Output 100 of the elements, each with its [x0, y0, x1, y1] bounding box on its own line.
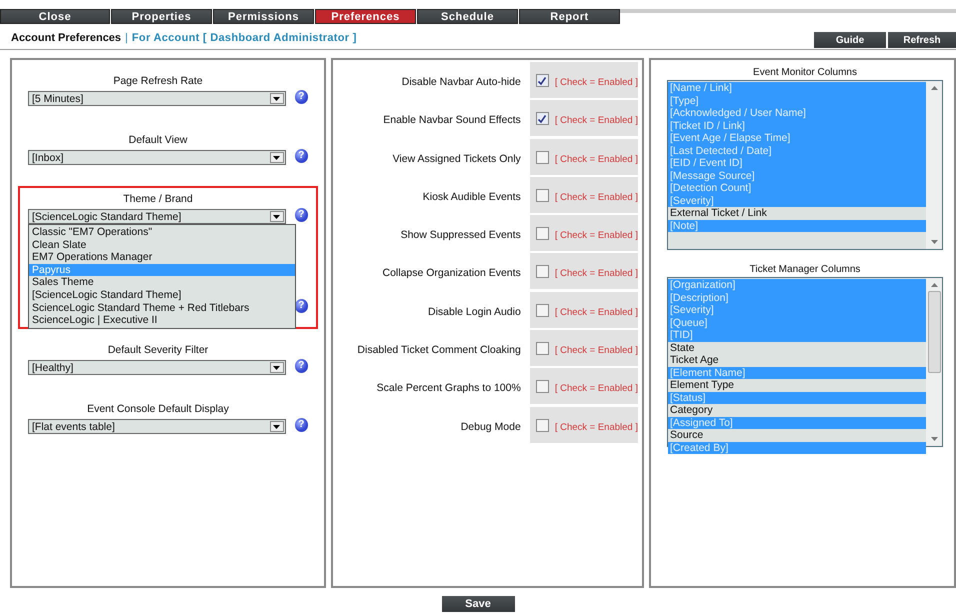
list-item[interactable]: [Last Detected / Date] — [668, 144, 926, 157]
list-item[interactable]: [Acknowledged / User Name] — [668, 107, 926, 120]
dropdown-option[interactable]: Papyrus — [29, 264, 295, 276]
field-label: Default Severity Filter — [106, 344, 210, 356]
list-title: Event Monitor Columns — [752, 67, 858, 78]
caret-icon — [270, 152, 284, 163]
dropdown[interactable]: [ScienceLogic Standard Theme] — [28, 209, 286, 224]
list-item[interactable]: Source — [668, 429, 926, 442]
checkbox[interactable] — [536, 188, 549, 202]
scrollbar[interactable] — [926, 81, 942, 249]
page-title: Account Preferences — [11, 32, 122, 44]
list-item[interactable]: Ticket Age — [668, 354, 926, 366]
tab[interactable]: Schedule — [417, 9, 518, 24]
field-label: Event Console Default Display — [86, 403, 230, 415]
checkbox[interactable] — [536, 150, 549, 164]
list-item[interactable]: [Event Age / Elapse Time] — [668, 132, 926, 144]
list-item[interactable]: [Organization] — [668, 279, 926, 292]
tab[interactable]: Properties — [111, 9, 212, 24]
list-item[interactable]: [Status] — [668, 392, 926, 404]
dropdown-option[interactable]: Clean Slate — [29, 238, 295, 252]
separator-text: | — [125, 32, 128, 44]
option-label: Disable Navbar Auto-hide — [400, 75, 521, 90]
checkbox[interactable] — [536, 380, 549, 394]
account-link[interactable]: For Account [ Dashboard Administrator ] — [132, 32, 357, 44]
hint-text: [ Check = Enabled ] — [554, 115, 638, 126]
option-label: View Assigned Tickets Only — [392, 152, 521, 167]
checkbox[interactable] — [536, 304, 549, 317]
caret-icon — [270, 421, 284, 432]
list-item[interactable]: [Severity] — [668, 304, 926, 316]
dropdown-option[interactable]: ScienceLogic | Executive II — [29, 314, 295, 327]
save-button[interactable]: Save — [442, 596, 514, 612]
field-label: Default View — [128, 134, 188, 146]
list-item[interactable]: [EID / Event ID] — [668, 157, 926, 170]
help-icon[interactable]: ? — [294, 208, 308, 222]
help-icon[interactable]: ? — [294, 148, 308, 162]
help-icon[interactable]: ? — [294, 418, 308, 432]
header-button[interactable]: Guide — [814, 32, 886, 48]
dropdown[interactable]: [Flat events table] — [28, 419, 286, 434]
option-label: Collapse Organization Events — [381, 266, 521, 282]
hint-text: [ Check = Enabled ] — [554, 306, 638, 318]
dropdown-option[interactable]: Classic "EM7 Operations" — [29, 226, 295, 239]
tab[interactable]: Report — [519, 9, 620, 24]
list-item[interactable]: [Severity] — [668, 194, 926, 207]
option-label: Disabled Ticket Comment Cloaking — [356, 343, 521, 358]
list-item[interactable]: Element Type — [668, 379, 926, 392]
tab[interactable]: Preferences — [315, 9, 416, 24]
list-item[interactable]: [Created By] — [668, 442, 926, 454]
list-item[interactable]: [Element Name] — [668, 366, 926, 379]
tab[interactable]: Close — [0, 9, 110, 24]
help-icon[interactable]: ? — [294, 358, 308, 372]
checkbox[interactable] — [536, 265, 549, 278]
hint-text: [ Check = Enabled ] — [554, 345, 638, 356]
scroll-up-icon[interactable] — [930, 86, 938, 90]
hint-text: [ Check = Enabled ] — [554, 268, 638, 280]
list-item[interactable]: [Assigned To] — [668, 416, 926, 429]
scrollbar[interactable] — [926, 278, 942, 446]
dropdown[interactable]: [Healthy] — [28, 360, 286, 375]
list-item[interactable]: [Note] — [668, 220, 926, 232]
hint-text: [ Check = Enabled ] — [554, 230, 638, 242]
header-button[interactable]: Refresh — [888, 32, 956, 48]
list-item[interactable]: [Name / Link] — [668, 82, 926, 94]
hint-text: [ Check = Enabled ] — [554, 422, 638, 433]
list-item[interactable]: [Queue] — [668, 316, 926, 329]
list-item[interactable]: [Message Source] — [668, 170, 926, 182]
option-label: Debug Mode — [460, 420, 521, 435]
dropdown[interactable]: [Inbox] — [28, 150, 286, 165]
dropdown-option[interactable]: ScienceLogic Standard Theme + Red Titlebars — [29, 302, 295, 314]
checkbox[interactable] — [536, 112, 549, 126]
dropdown[interactable]: [5 Minutes] — [28, 91, 286, 106]
caret-icon — [270, 93, 284, 104]
list-item[interactable]: External Ticket / Link — [668, 207, 926, 220]
hint-text: [ Check = Enabled ] — [554, 383, 638, 394]
dropdown-option[interactable]: [ScienceLogic Standard Theme] — [29, 288, 295, 302]
option-label: Disable Login Audio — [426, 304, 521, 320]
list-item[interactable]: [Description] — [668, 292, 926, 304]
list-item[interactable]: Category — [668, 404, 926, 416]
list-item[interactable]: [Detection Count] — [668, 182, 926, 194]
caret-icon — [270, 211, 284, 222]
help-icon[interactable]: ? — [294, 90, 308, 104]
scroll-up-icon[interactable] — [930, 283, 938, 287]
list-title: Ticket Manager Columns — [748, 264, 862, 275]
list-item[interactable]: [TID] — [668, 329, 926, 342]
checkbox[interactable] — [536, 227, 549, 240]
field-label: Page Refresh Rate — [112, 75, 204, 87]
hint-text: [ Check = Enabled ] — [554, 77, 638, 88]
list-item[interactable]: [Type] — [668, 94, 926, 107]
scroll-down-icon[interactable] — [930, 437, 938, 441]
list-item[interactable]: State — [668, 342, 926, 354]
checkbox[interactable] — [536, 342, 549, 356]
option-label: Kiosk Audible Events — [422, 190, 521, 205]
checkbox[interactable] — [536, 74, 549, 87]
scroll-down-icon[interactable] — [930, 240, 938, 244]
checkbox[interactable] — [536, 418, 549, 432]
list-item[interactable]: [Ticket ID / Link] — [668, 120, 926, 132]
tab[interactable]: Permissions — [213, 9, 314, 24]
dropdown-option[interactable]: Sales Theme — [29, 276, 295, 289]
dropdown-option[interactable]: EM7 Operations Manager — [29, 251, 295, 264]
option-label: Scale Percent Graphs to 100% — [376, 381, 521, 396]
option-label: Show Suppressed Events — [400, 228, 521, 244]
hint-text: [ Check = Enabled ] — [554, 192, 638, 203]
